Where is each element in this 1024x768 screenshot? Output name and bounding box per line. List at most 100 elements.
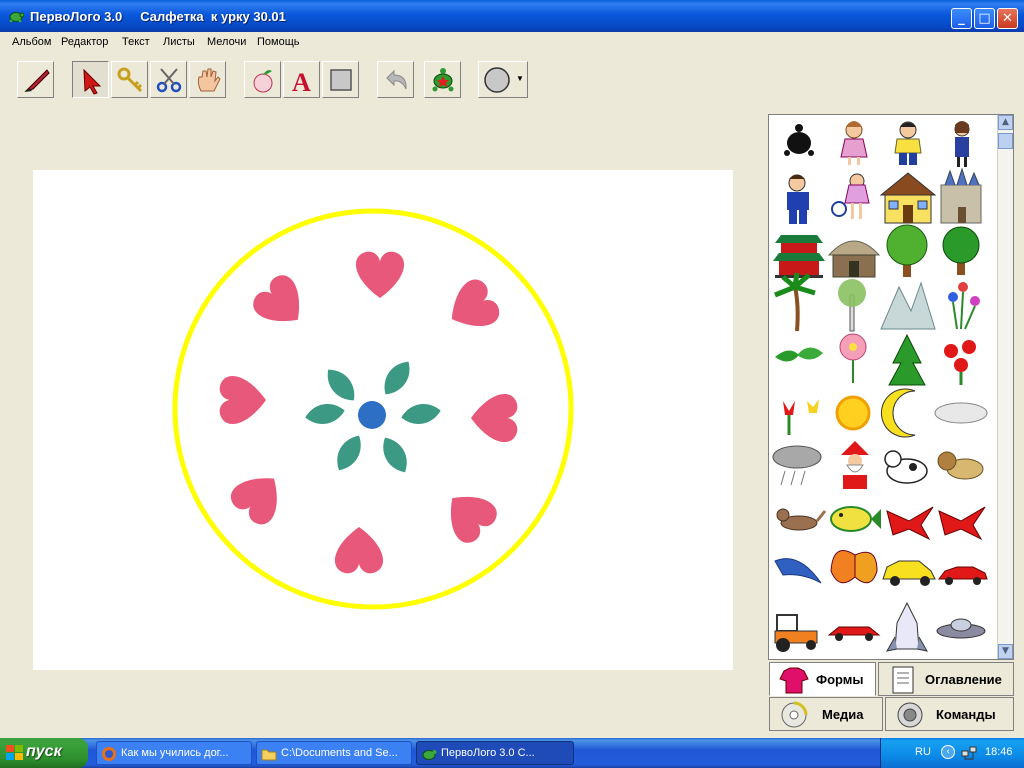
undo-button[interactable] [377,61,414,98]
shape-picker-dropdown[interactable]: ▼ [478,61,528,98]
scroll-thumb[interactable] [998,133,1013,149]
schoolboy-icon[interactable] [787,174,809,224]
task-pervologo[interactable]: ПервоЛого 3.0 С... [416,741,574,765]
santa-icon[interactable] [841,441,869,489]
pink-flower-icon[interactable] [839,333,867,383]
network-icon[interactable] [961,745,977,761]
dolphin-icon[interactable] [774,558,822,584]
house-icon[interactable] [879,172,937,224]
heart-shape[interactable] [225,463,293,530]
leaf-shape[interactable] [377,356,417,400]
apple-tool-button[interactable] [244,61,281,98]
select-tool-button[interactable] [72,61,109,98]
red-bird-icon[interactable] [938,506,986,541]
lion-icon[interactable] [937,451,984,480]
cloud-icon[interactable] [934,402,988,424]
fir-tree-icon[interactable] [888,333,926,386]
leaf-shape[interactable] [330,430,368,476]
heart-shape[interactable] [435,481,502,548]
close-button[interactable]: ✕ [997,8,1018,29]
hand-tool-button[interactable] [189,61,226,98]
scissors-tool-button[interactable] [150,61,187,98]
flowers-icon[interactable] [948,282,980,330]
menu-text[interactable]: Текст [122,36,150,48]
start-button[interactable]: пуск [0,738,88,768]
tennis-girl-icon[interactable] [831,173,870,219]
red-car-icon[interactable] [938,566,988,585]
key-tool-button[interactable] [111,61,148,98]
tree-icon[interactable] [886,224,928,277]
shapes-scrollbar[interactable]: ▲ ▼ [997,115,1013,659]
rectangle-tool-button[interactable] [322,61,359,98]
space-shuttle-icon[interactable] [886,601,928,652]
menu-sheets[interactable]: Листы [163,36,195,48]
hand-icon [197,68,221,92]
heart-shape[interactable] [248,270,315,337]
circle-shape-picker-icon [484,67,510,93]
menu-help[interactable]: Помощь [257,36,300,48]
heart-shape[interactable] [439,275,504,340]
scroll-up-button[interactable]: ▲ [998,115,1013,130]
title-bar[interactable]: ПервоЛого 3.0 Салфетка к урку 30.01 _ □ … [0,0,1024,32]
heart-shape[interactable] [219,375,266,425]
girl-icon[interactable] [840,121,868,165]
text-tool-button[interactable]: A [283,61,320,98]
brush-tool-button[interactable] [17,61,54,98]
moon-icon[interactable] [880,388,916,438]
tab-contents[interactable]: Оглавление [878,662,1014,696]
tab-contents-label: Оглавление [925,672,1002,687]
menu-editor[interactable]: Редактор [61,36,108,48]
heart-shape[interactable] [355,251,405,298]
sun-icon[interactable] [835,395,871,431]
fish-icon[interactable] [830,506,881,532]
leaves-icon[interactable] [775,347,823,362]
heart-shape[interactable] [334,527,384,574]
shapes-panel: ▲ ▼ [768,114,1014,660]
cat-icon[interactable] [776,508,827,531]
center-dot[interactable] [358,401,386,429]
red-sports-car-icon[interactable] [827,626,881,641]
dog-icon[interactable] [884,450,928,484]
menu-trifles[interactable]: Мелочи [207,36,246,48]
tulip-icon[interactable] [783,399,819,435]
task-firefox[interactable]: Как мы учились дог... [96,741,252,765]
maximize-button[interactable]: □ [974,8,995,29]
tab-media[interactable]: Медиа [769,697,883,731]
mountains-icon[interactable] [880,281,936,330]
leaf-shape[interactable] [303,400,347,428]
pagoda-icon[interactable] [773,235,825,278]
leaf-shape[interactable] [376,432,414,478]
menu-album[interactable]: Альбом [12,36,51,48]
system-tray: RU ‹ 18:46 [880,738,1024,768]
language-indicator[interactable]: RU [915,746,931,758]
butterfly-icon[interactable] [830,550,878,584]
red-bird-icon[interactable] [886,506,934,541]
minimize-button[interactable]: _ [951,8,972,29]
boy-icon[interactable] [894,121,922,165]
turtle-icon[interactable] [784,124,814,156]
tab-forms[interactable]: Формы [769,662,876,696]
yellow-car-icon[interactable] [882,560,936,586]
birch-tree-icon[interactable] [838,279,866,332]
tray-collapse-icon[interactable]: ‹ [941,745,955,759]
hut-icon[interactable] [827,240,881,278]
schoolgirl-icon[interactable] [954,121,970,167]
red-flowers-icon[interactable] [944,340,976,385]
task-explorer[interactable]: C:\Documents and Se... [256,741,412,765]
drawing-canvas[interactable] [33,170,733,670]
palm-tree-icon[interactable] [774,272,816,332]
rain-cloud-icon[interactable] [772,445,822,486]
heart-shape[interactable] [471,393,518,443]
tractor-icon[interactable] [774,614,818,652]
scroll-down-button[interactable]: ▼ [998,644,1013,659]
napkin-drawing [172,208,574,610]
castle-icon[interactable] [940,167,982,224]
tree-icon[interactable] [942,226,980,275]
chevron-down-icon: ▼ [516,74,524,83]
tab-commands[interactable]: Команды [885,697,1014,731]
leaf-shape[interactable] [399,400,443,428]
leaf-shape[interactable] [320,363,362,407]
shapes-grid [772,121,988,652]
new-turtle-button[interactable] [424,61,461,98]
ufo-icon[interactable] [936,618,986,639]
